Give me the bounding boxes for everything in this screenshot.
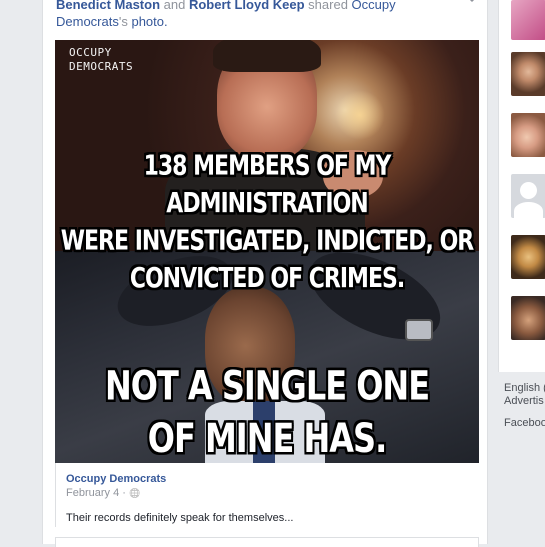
possessive-text: 's	[118, 14, 128, 29]
chat-contact-avatar[interactable]	[511, 296, 545, 340]
source-page-link[interactable]: Occupy Democrats	[66, 473, 166, 485]
photo-link[interactable]: photo.	[131, 14, 167, 29]
source-timestamp[interactable]: February 4 · 🌐	[66, 487, 140, 499]
conjunction-text: and	[163, 0, 186, 12]
actor-link-benedict-maston[interactable]: Benedict Maston	[56, 0, 160, 12]
chat-sidebar	[498, 0, 545, 372]
shared-photo[interactable]: OCCUPY DEMOCRATS 138 MEMBERS OF MY ADMINI…	[55, 40, 479, 463]
feed-story-card: Benedict Maston and Robert Lloyd Keep sh…	[42, 0, 488, 547]
actor-link-robert-lloyd-keep[interactable]: Robert Lloyd Keep	[189, 0, 305, 12]
chat-contact-avatar[interactable]	[511, 52, 545, 96]
chat-contact-avatar[interactable]	[511, 235, 545, 279]
figure-watch	[405, 319, 433, 341]
facebook-copyright-link[interactable]: Faceboo	[504, 417, 545, 430]
chat-contact-avatar[interactable]	[511, 113, 545, 157]
meme-caption-bottom: NOT A SINGLE ONE OF MINE HAS.	[104, 362, 430, 462]
globe-icon: 🌐	[128, 488, 141, 498]
original-post-attribution: Occupy Democrats February 4 · 🌐 Their re…	[55, 463, 479, 527]
chat-contact-avatar-default[interactable]	[511, 174, 545, 218]
story-header: Benedict Maston and Robert Lloyd Keep sh…	[56, 0, 436, 30]
chevron-down-icon[interactable]	[465, 0, 479, 8]
language-link[interactable]: English (	[504, 382, 545, 395]
right-sidebar: English ( Advertis Faceboo	[498, 0, 545, 544]
meme-caption-top: 138 MEMBERS OF MY ADMINISTRATION WERE IN…	[60, 150, 474, 295]
chat-contact-avatar[interactable]	[511, 0, 545, 40]
figure-hair	[213, 40, 321, 72]
sidebar-footer-links: English ( Advertis Faceboo	[504, 382, 545, 430]
watermark-logo: OCCUPY DEMOCRATS	[69, 46, 134, 73]
action-text: shared	[308, 0, 348, 12]
source-caption: Their records definitely speak for thems…	[66, 512, 294, 524]
comment-area[interactable]	[55, 537, 479, 547]
advertising-link[interactable]: Advertis	[504, 395, 545, 408]
left-gutter	[0, 0, 42, 544]
